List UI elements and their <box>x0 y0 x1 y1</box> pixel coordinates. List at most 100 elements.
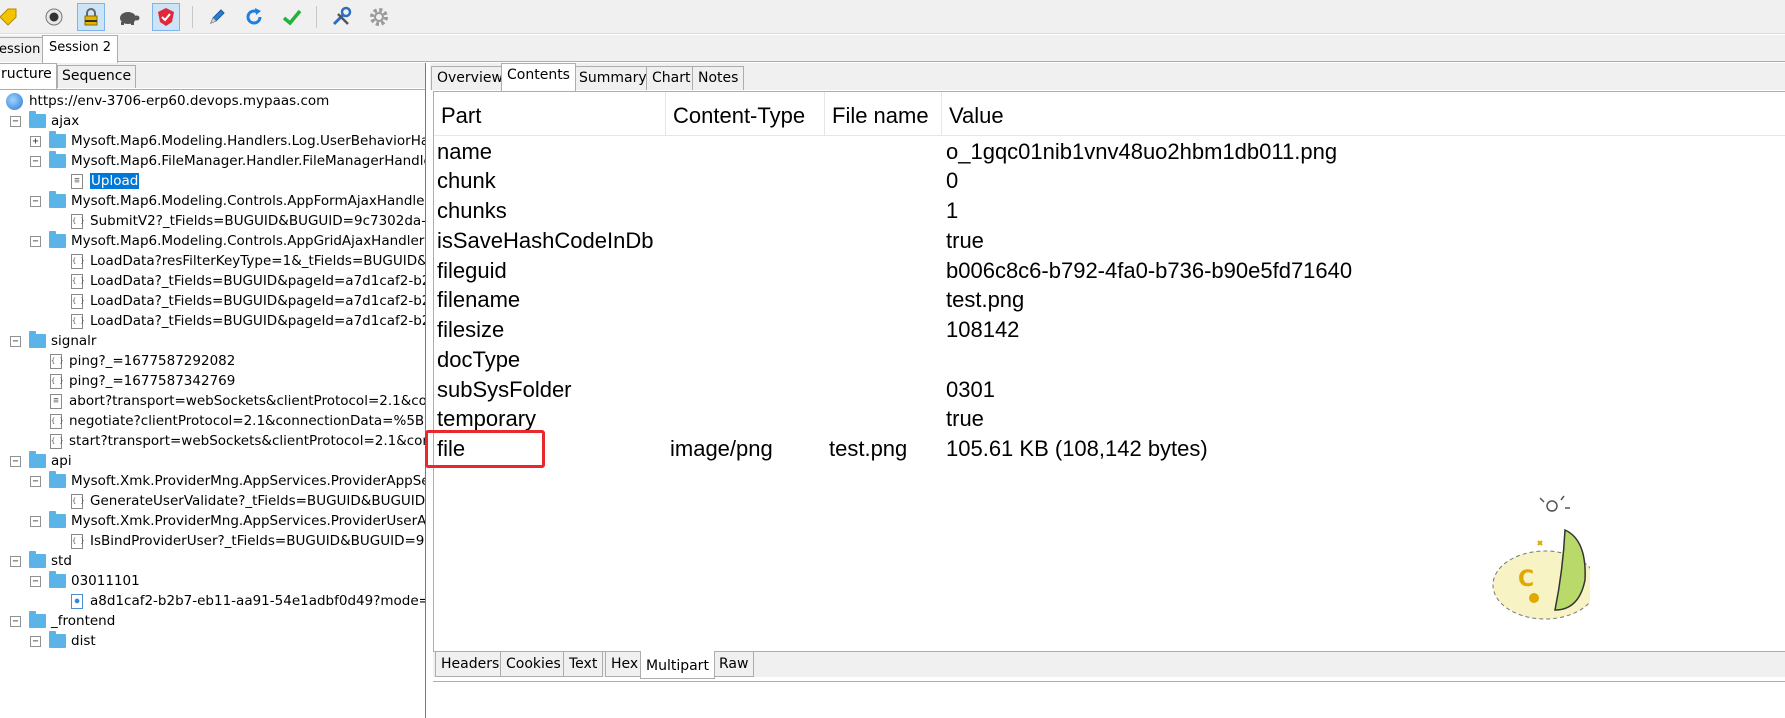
tree-label: Mysoft.Xmk.ProviderMng.AppServices.Provi… <box>71 473 426 489</box>
tree-node-request[interactable]: SubmitV2?_tFields=BUGUID&BUGUID=9c7302da… <box>71 211 425 231</box>
collapse-icon[interactable]: − <box>30 195 41 207</box>
cell-part: chunks <box>437 198 507 223</box>
tree-node-request[interactable]: abort?transport=webSockets&clientProtoco… <box>50 391 426 411</box>
tab-overview[interactable]: Overview <box>431 66 509 90</box>
folder-icon <box>29 451 46 468</box>
tree-node-request[interactable]: LoadData?resFilterKeyType=1&_tFields=BUG… <box>71 251 425 271</box>
collapse-icon[interactable]: − <box>10 455 21 467</box>
tree-node-request[interactable]: LoadData?_tFields=BUGUID&pageId=a7d1caf2… <box>71 271 425 291</box>
tab-raw[interactable]: Raw <box>713 652 755 677</box>
column-header-file-name[interactable]: File name <box>825 92 942 136</box>
tab-hex[interactable]: Hex <box>605 652 645 677</box>
tab-contents[interactable]: Contents <box>501 63 576 91</box>
folder-icon <box>29 331 46 348</box>
tree-label: GenerateUserValidate?_tFields=BUGUID&BUG… <box>90 493 426 509</box>
collapse-icon[interactable]: − <box>10 115 21 127</box>
session-tab-2[interactable]: Session 2 <box>42 35 119 63</box>
tab-structure[interactable]: ructure <box>0 63 57 89</box>
tree-node-request[interactable]: GenerateUserValidate?_tFields=BUGUID&BUG… <box>71 491 426 511</box>
collapse-icon[interactable]: − <box>10 335 21 347</box>
collapse-icon[interactable]: − <box>30 475 41 487</box>
structure-pane: ructure Sequence https://env-3706-erp60.… <box>0 63 426 718</box>
highlight-annotation-box <box>425 430 545 468</box>
table-row[interactable]: isSaveHashCodeInDb true <box>434 226 1785 256</box>
tree-node-folder[interactable]: − _frontend <box>10 611 115 631</box>
tab-headers[interactable]: Headers <box>435 652 506 677</box>
tree-node-folder[interactable]: − std <box>10 551 72 571</box>
tools-icon[interactable] <box>327 3 355 31</box>
checkmark-icon[interactable] <box>278 3 306 31</box>
table-row[interactable]: fileguid b006c8c6-b792-4fa0-b736-b90e5fd… <box>434 256 1785 286</box>
tree-node-folder[interactable]: − signalr <box>10 331 96 351</box>
table-row[interactable]: filesize 108142 <box>434 315 1785 345</box>
response-tab-bar: Headers Cookies Text Hex Multipart Raw <box>433 651 1785 679</box>
json-file-icon <box>71 273 83 289</box>
folder-icon <box>49 231 66 248</box>
tree-node-folder[interactable]: − Mysoft.Map6.Modeling.Controls.AppFormA… <box>30 191 425 211</box>
table-row[interactable]: name o_1gqc01nib1vnv48uo2hbm1db011.png <box>434 137 1785 167</box>
cell-part: fileguid <box>437 258 507 283</box>
pencil-icon[interactable] <box>203 3 231 31</box>
tree-node-request[interactable]: LoadData?_tFields=BUGUID&pageId=a7d1caf2… <box>71 291 425 311</box>
tree-label: https://env-3706-erp60.devops.mypaas.com <box>29 93 330 109</box>
table-row[interactable]: subSysFolder 0301 <box>434 375 1785 405</box>
tag-icon[interactable] <box>0 3 22 31</box>
collapse-icon[interactable]: − <box>30 235 41 247</box>
table-row[interactable]: chunk 0 <box>434 166 1785 196</box>
json-file-icon <box>71 493 83 509</box>
tab-sequence[interactable]: Sequence <box>57 65 137 88</box>
tree-node-request[interactable]: Upload <box>71 171 140 191</box>
tree-node-folder[interactable]: − Mysoft.Map6.Modeling.Controls.AppGridA… <box>30 231 424 251</box>
tree-node-folder[interactable]: + Mysoft.Map6.Modeling.Handlers.Log.User… <box>30 131 425 151</box>
tab-summary[interactable]: Summary <box>573 66 653 90</box>
document-icon <box>50 393 62 409</box>
table-row[interactable]: chunks 1 <box>434 196 1785 226</box>
refresh-icon[interactable] <box>240 3 268 31</box>
settings-gear-icon[interactable] <box>365 3 393 31</box>
tree-node-folder[interactable]: − dist <box>30 631 96 651</box>
tab-chart[interactable]: Chart <box>646 66 697 90</box>
table-row[interactable]: file image/png test.png 105.61 KB (108,1… <box>434 434 1785 464</box>
tree-node-request[interactable]: start?transport=webSockets&clientProtoco… <box>50 431 426 451</box>
record-icon[interactable] <box>40 3 68 31</box>
tree-node-folder[interactable]: − Mysoft.Xmk.ProviderMng.AppServices.Pro… <box>30 511 425 531</box>
tab-cookies[interactable]: Cookies <box>500 652 567 677</box>
tree-node-request[interactable]: a8d1caf2-b2b7-eb11-aa91-54e1adbf0d49?mod… <box>71 591 425 611</box>
tab-notes[interactable]: Notes <box>692 66 745 90</box>
lock-icon[interactable] <box>77 3 105 31</box>
tree-node-request[interactable]: LoadData?_tFields=BUGUID&pageId=a7d1caf2… <box>71 311 425 331</box>
collapse-icon[interactable]: − <box>30 575 41 587</box>
tree-label: 03011101 <box>71 573 140 589</box>
collapse-icon[interactable]: − <box>30 635 41 647</box>
tree-node-request[interactable]: ping?_=1677587342769 <box>50 371 235 391</box>
tree-node-folder[interactable]: − ajax <box>10 111 79 131</box>
collapse-icon[interactable]: − <box>10 615 21 627</box>
tree-node-host[interactable]: https://env-3706-erp60.devops.mypaas.com <box>6 91 329 111</box>
table-row[interactable]: docType <box>434 345 1785 375</box>
tree-label: ajax <box>51 113 80 129</box>
table-row[interactable]: filename test.png <box>434 285 1785 315</box>
tree-node-request[interactable]: ping?_=1677587292082 <box>50 351 235 371</box>
tree-node-request[interactable]: negotiate?clientProtocol=2.1&connectionD… <box>50 411 425 431</box>
table-row[interactable]: temporary true <box>434 404 1785 434</box>
tree-node-folder[interactable]: − Mysoft.Xmk.ProviderMng.AppServices.Pro… <box>30 471 426 491</box>
tree-node-folder[interactable]: − 03011101 <box>30 571 140 591</box>
tree-node-folder[interactable]: − Mysoft.Map6.FileManager.Handler.FileMa… <box>30 151 425 171</box>
collapse-icon[interactable]: − <box>30 155 41 167</box>
tree-node-folder[interactable]: − api <box>10 451 72 471</box>
collapse-icon[interactable]: − <box>10 555 21 567</box>
tree-node-request[interactable]: IsBindProviderUser?_tFields=BUGUID&BUGUI… <box>71 531 425 551</box>
tab-text[interactable]: Text <box>563 652 604 677</box>
column-header-content-type[interactable]: Content-Type <box>666 92 825 136</box>
cell-part: filesize <box>437 317 505 342</box>
collapse-icon[interactable]: − <box>30 515 41 527</box>
json-file-icon <box>50 353 62 369</box>
expand-icon[interactable]: + <box>30 135 41 147</box>
tab-multipart[interactable]: Multipart <box>640 651 715 679</box>
turtle-icon[interactable] <box>114 3 142 31</box>
column-header-value[interactable]: Value <box>942 92 1785 136</box>
shield-check-icon[interactable] <box>152 3 180 31</box>
tree-label: abort?transport=webSockets&clientProtoco… <box>69 393 426 409</box>
tree-label: start?transport=webSockets&clientProtoco… <box>69 433 426 449</box>
column-header-part[interactable]: Part <box>434 92 666 136</box>
